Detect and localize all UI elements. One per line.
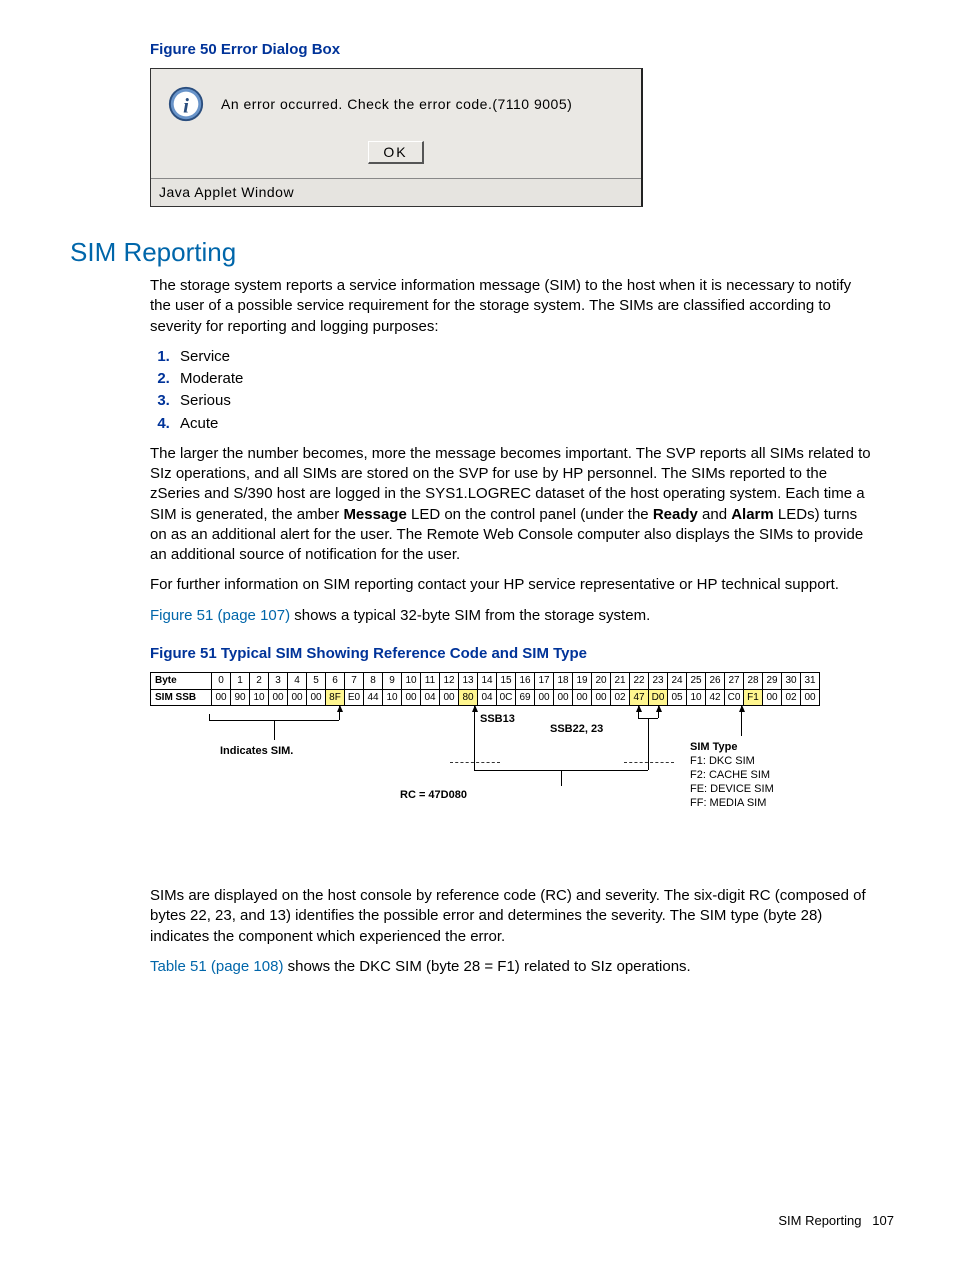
bold-message: Message (343, 506, 406, 523)
page-footer: SIM Reporting 107 (60, 1212, 894, 1230)
list-item: Serious (174, 391, 894, 411)
sim-annotations: Indicates SIM. SSB13 SSB22, 23 RC = 47D0… (150, 706, 894, 886)
annot-ssb2223: SSB22, 23 (550, 722, 603, 737)
annot-type-4: FF: MEDIA SIM (690, 796, 766, 811)
annot-type-2: F2: CACHE SIM (690, 768, 770, 783)
list-item: Moderate (174, 369, 894, 389)
list-item: Acute (174, 414, 894, 434)
table-51-link[interactable]: Table 51 (page 108) (150, 958, 283, 975)
bold-ready: Ready (653, 506, 698, 523)
figure-50-caption: Figure 50 Error Dialog Box (150, 40, 894, 60)
annot-indicates: Indicates SIM. (220, 744, 293, 759)
error-dialog: i An error occurred. Check the error cod… (150, 68, 643, 207)
paragraph-4: Figure 51 (page 107) shows a typical 32-… (150, 606, 874, 626)
annot-simtype: SIM Type (690, 740, 737, 755)
figure-51-link[interactable]: Figure 51 (page 107) (150, 607, 290, 624)
annot-type-3: FE: DEVICE SIM (690, 782, 774, 797)
paragraph-6: Table 51 (page 108) shows the DKC SIM (b… (150, 957, 874, 977)
ok-button[interactable]: OK (368, 141, 423, 164)
annot-ssb13: SSB13 (480, 712, 515, 727)
sim-byte-table: Byte012345678910111213141516171819202122… (150, 672, 820, 706)
info-icon: i (165, 83, 207, 125)
paragraph-3: For further information on SIM reporting… (150, 575, 874, 595)
figure-51-caption: Figure 51 Typical SIM Showing Reference … (150, 644, 894, 664)
annot-type-1: F1: DKC SIM (690, 754, 755, 769)
svg-text:i: i (183, 94, 189, 118)
bold-alarm: Alarm (731, 506, 774, 523)
java-applet-status: Java Applet Window (151, 178, 641, 206)
paragraph-intro: The storage system reports a service inf… (150, 276, 874, 337)
annot-rc: RC = 47D080 (400, 788, 467, 803)
section-heading: SIM Reporting (70, 235, 894, 270)
severity-list: Service Moderate Serious Acute (150, 347, 894, 434)
paragraph-5: SIMs are displayed on the host console b… (150, 886, 874, 947)
list-item: Service (174, 347, 894, 367)
dialog-message: An error occurred. Check the error code.… (221, 95, 572, 114)
paragraph-2: The larger the number becomes, more the … (150, 444, 874, 566)
sim-figure: Byte012345678910111213141516171819202122… (150, 672, 894, 886)
